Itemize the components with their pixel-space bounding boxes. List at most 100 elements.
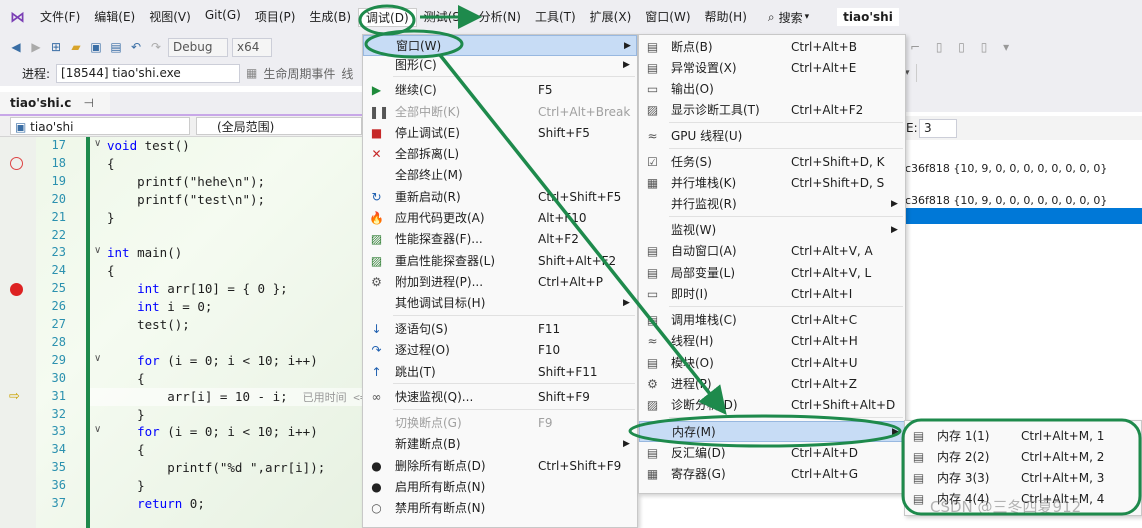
- menu-build[interactable]: 生成(B): [302, 8, 358, 27]
- window-menu-item[interactable]: ▤ 模块(O) Ctrl+Alt+U: [639, 353, 905, 374]
- debug-menu-item[interactable]: 图形(C) ▶: [363, 55, 637, 76]
- window-menu-item[interactable]: ▤ 异常设置(X) Ctrl+Alt+E: [639, 58, 905, 79]
- debug-menu-item[interactable]: ▨ 性能探查器(F)... Alt+F2: [363, 229, 637, 250]
- window-menu-item[interactable]: ≈ 线程(H) Ctrl+Alt+H: [639, 331, 905, 352]
- forward-icon[interactable]: ▶: [28, 39, 44, 55]
- fold-toggle-icon[interactable]: ∨: [94, 353, 101, 364]
- tab-tiaoshi-c[interactable]: tiao'shi.c ⊣ ✕: [0, 92, 110, 132]
- fold-toggle-icon[interactable]: ∨: [94, 424, 101, 435]
- fold-toggle-icon[interactable]: ∨: [94, 138, 101, 149]
- window-menu-item[interactable]: 监视(W) ▶: [639, 220, 905, 241]
- menu-view[interactable]: 视图(V): [142, 8, 198, 27]
- menu-help[interactable]: 帮助(H): [698, 8, 754, 27]
- lifecycle-events-icon[interactable]: ▦: [246, 66, 257, 80]
- debug-menu-item[interactable]: ∞ 快速监视(Q)... Shift+F9: [363, 387, 637, 408]
- undo-icon[interactable]: ↶: [128, 39, 144, 55]
- debug-menu-item-shortcut: F10: [538, 343, 561, 357]
- redo-icon[interactable]: ↷: [148, 39, 164, 55]
- search-icon[interactable]: ⌕: [768, 10, 775, 25]
- back-icon[interactable]: ◀: [8, 39, 24, 55]
- memory-window-3-item[interactable]: ▤ 内存 3(3) Ctrl+Alt+M, 3: [905, 468, 1141, 489]
- window-menu-item[interactable]: ≈ GPU 线程(U): [639, 126, 905, 147]
- debug-menu-item[interactable]: 窗口(W) ▶: [363, 35, 637, 56]
- debug-menu-item[interactable]: ⚙ 附加到进程(P)... Ctrl+Alt+P: [363, 272, 637, 293]
- window-menu-item[interactable]: ⚙ 进程(P) Ctrl+Alt+Z: [639, 374, 905, 395]
- window-menu-item[interactable]: ▦ 并行堆栈(K) Ctrl+Shift+D, S: [639, 173, 905, 194]
- configuration-dropdown[interactable]: Debug: [168, 37, 228, 57]
- search-depth-dropdown[interactable]: 3: [919, 119, 957, 138]
- new-item-icon[interactable]: ⊞: [48, 39, 64, 55]
- debug-menu-item[interactable]: ○ 禁用所有断点(N): [363, 498, 637, 519]
- project-dropdown[interactable]: ▣ tiao'shi: [10, 117, 190, 135]
- right-toolbar-dropdown[interactable]: ▾: [905, 64, 917, 82]
- window-menu-item[interactable]: ☑ 任务(S) Ctrl+Shift+D, K: [639, 152, 905, 173]
- selected-watch-row[interactable]: [905, 208, 1142, 224]
- debug-menu-item[interactable]: ▶ 继续(C) F5: [363, 80, 637, 101]
- pin-icon[interactable]: ⊣: [84, 96, 94, 110]
- window-menu-item[interactable]: ▦ 寄存器(G) Ctrl+Alt+G: [639, 464, 905, 485]
- lifecycle-events-button[interactable]: 生命周期事件: [263, 65, 335, 82]
- window-menu-item[interactable]: ▤ 断点(B) Ctrl+Alt+B: [639, 37, 905, 58]
- window-menu-item-shortcut: Ctrl+Alt+C: [791, 313, 858, 327]
- breakpoint-hollow-icon[interactable]: [10, 157, 23, 170]
- menu-debug[interactable]: 调试(D): [358, 7, 417, 27]
- breakpoint-icon[interactable]: [10, 283, 23, 296]
- debug-menu-item[interactable]: ↓ 逐语句(S) F11: [363, 319, 637, 340]
- platform-dropdown[interactable]: x64: [232, 37, 272, 57]
- debug-menu-item[interactable]: 新建断点(B) ▶: [363, 434, 637, 455]
- window-menu-item[interactable]: ▨ 诊断分析(D) Ctrl+Shift+Alt+D: [639, 395, 905, 416]
- debug-menu-item[interactable]: ❚❚ 全部中断(K) Ctrl+Alt+Break: [363, 102, 637, 123]
- debug-menu-item[interactable]: ↷ 逐过程(O) F10: [363, 340, 637, 361]
- menu-window[interactable]: 窗口(W): [638, 8, 697, 27]
- menu-git[interactable]: Git(G): [198, 8, 248, 27]
- window-menu-item[interactable]: 内存(M) ▶: [639, 421, 905, 442]
- code-line: void test(): [107, 138, 190, 153]
- window-menu-item[interactable]: ▨ 显示诊断工具(T) Ctrl+Alt+F2: [639, 100, 905, 121]
- debug-menu-item[interactable]: 切换断点(G) F9: [363, 413, 637, 434]
- debug-menu-item[interactable]: ▨ 重启性能探查器(L) Shift+Alt+F2: [363, 251, 637, 272]
- menu-file[interactable]: 文件(F): [33, 8, 87, 27]
- menu-analyze[interactable]: 分析(N): [472, 8, 528, 27]
- fold-toggle-icon[interactable]: ∨: [94, 245, 101, 256]
- window-menu-item[interactable]: ▤ 局部变量(L) Ctrl+Alt+V, L: [639, 263, 905, 284]
- debug-menu-item[interactable]: ● 启用所有断点(N): [363, 477, 637, 498]
- process-dropdown[interactable]: [18544] tiao'shi.exe: [56, 63, 241, 83]
- scope-dropdown[interactable]: (全局范围): [196, 117, 362, 135]
- save-icon[interactable]: ▣: [88, 39, 104, 55]
- menu-tools[interactable]: 工具(T): [528, 8, 583, 27]
- thread-label: 线: [341, 66, 354, 81]
- memory-window-1-item[interactable]: ▤ 内存 1(1) Ctrl+Alt+M, 1: [905, 426, 1141, 447]
- debug-menu-item[interactable]: 全部终止(M): [363, 165, 637, 186]
- menu-extensions[interactable]: 扩展(X): [583, 8, 639, 27]
- vs-logo-icon[interactable]: ⋈: [0, 8, 33, 26]
- code-line: test();: [107, 317, 190, 332]
- debug-menu-item-shortcut: Shift+F9: [538, 390, 590, 404]
- window-menu-item[interactable]: ▤ 反汇编(D) Ctrl+Alt+D: [639, 443, 905, 464]
- code-editor[interactable]: ⇨ 17 ∨ void test() 18 {19 printf("hehe\n"); 2…: [0, 137, 362, 528]
- debug-menu-item[interactable]: 其他调试目标(H) ▶: [363, 293, 637, 314]
- window-menu-item-shortcut: Ctrl+Alt+G: [791, 467, 859, 481]
- menu-project[interactable]: 项目(P): [248, 8, 303, 27]
- menu-edit[interactable]: 编辑(E): [87, 8, 142, 27]
- window-menu-item[interactable]: ▤ 自动窗口(A) Ctrl+Alt+V, A: [639, 241, 905, 262]
- line-number: 20: [51, 191, 66, 206]
- debug-menu-item[interactable]: ✕ 全部拆离(L): [363, 144, 637, 165]
- search-button[interactable]: 搜索: [779, 9, 803, 26]
- save-all-icon[interactable]: ▤: [108, 39, 124, 55]
- debug-menu: 窗口(W) ▶ 图形(C) ▶ ▶ 继续(C) F5 ❚❚ 全部中断(K) Ctrl+Alt+Br…: [362, 34, 638, 528]
- debug-menu-item[interactable]: ↻ 重新启动(R) Ctrl+Shift+F5: [363, 187, 637, 208]
- window-menu-item[interactable]: ▤ 调用堆栈(C) Ctrl+Alt+C: [639, 310, 905, 331]
- window-menu-item[interactable]: ▭ 输出(O): [639, 79, 905, 100]
- menu-test[interactable]: 测试(S): [417, 8, 472, 27]
- breakpoint-gutter[interactable]: [0, 137, 36, 528]
- debug-menu-item[interactable]: ↑ 跳出(T) Shift+F11: [363, 362, 637, 383]
- window-menu-item[interactable]: 并行监视(R) ▶: [639, 194, 905, 215]
- memory-window-2-item[interactable]: ▤ 内存 2(2) Ctrl+Alt+M, 2: [905, 447, 1141, 468]
- debug-menu-item[interactable]: ● 删除所有断点(D) Ctrl+Shift+F9: [363, 456, 637, 477]
- open-folder-icon[interactable]: ▰: [68, 39, 84, 55]
- watch-value-1: c36f818 {10, 9, 0, 0, 0, 0, 0, 0, 0, 0}: [905, 162, 1108, 175]
- window-menu-item-shortcut: Ctrl+Alt+B: [791, 40, 857, 54]
- window-menu-item[interactable]: ▭ 即时(I) Ctrl+Alt+I: [639, 284, 905, 305]
- debug-menu-item[interactable]: 🔥 应用代码更改(A) Alt+F10: [363, 208, 637, 229]
- debug-menu-item[interactable]: ■ 停止调试(E) Shift+F5: [363, 123, 637, 144]
